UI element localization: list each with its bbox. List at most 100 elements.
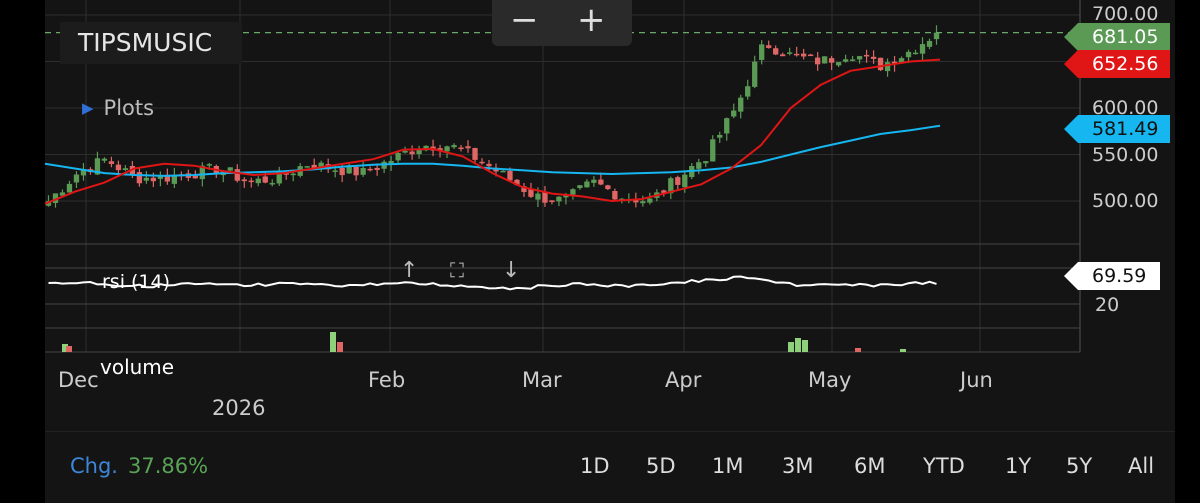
candle-body <box>528 189 534 197</box>
price-axis-550: 550.00 <box>1092 144 1159 166</box>
candle-body <box>703 161 709 164</box>
candle-body <box>227 167 233 171</box>
volume-bar <box>802 340 808 352</box>
candle-body <box>905 51 912 58</box>
candle-body <box>444 146 450 152</box>
change-readout: Chg. 37.86% <box>70 454 208 478</box>
candle-body <box>759 44 765 60</box>
candle-body <box>814 57 821 65</box>
candle-body <box>675 177 681 185</box>
candle-body <box>192 175 198 179</box>
candle-body <box>472 148 478 160</box>
price-chart[interactable] <box>0 0 1200 432</box>
candle-body <box>122 168 129 171</box>
candle-body <box>458 147 464 150</box>
candle-body <box>640 201 646 204</box>
candle-body <box>409 151 415 155</box>
candle-body <box>206 164 212 166</box>
month-mar: Mar <box>522 368 562 392</box>
ticker-symbol[interactable]: TIPSMUSIC <box>60 22 242 64</box>
candle-body <box>724 118 730 134</box>
candle-body <box>150 177 157 182</box>
range-1y[interactable]: 1Y <box>1005 454 1031 478</box>
candle-body <box>647 198 653 203</box>
candle-body <box>570 189 576 195</box>
candle-body <box>339 167 345 176</box>
maximize-icon[interactable]: ⛶ <box>450 258 464 282</box>
volume-bar <box>900 349 906 352</box>
volume-bar <box>337 342 343 352</box>
candle-body <box>262 176 268 183</box>
candle-body <box>766 45 772 48</box>
candle-body <box>863 54 870 57</box>
candle-body <box>821 56 828 64</box>
rsi-axis-20: 20 <box>1095 294 1120 316</box>
candle-body <box>926 40 933 47</box>
range-1m[interactable]: 1M <box>712 454 743 478</box>
volume-bar <box>855 348 861 352</box>
month-dec: Dec <box>58 368 99 392</box>
candle-body <box>66 183 73 193</box>
arrow-up-icon[interactable]: ↑ <box>400 258 418 283</box>
candle-body <box>248 180 254 183</box>
candle-body <box>507 170 513 181</box>
range-5d[interactable]: 5D <box>646 454 676 478</box>
candle-body <box>290 173 296 176</box>
candle-body <box>933 32 940 40</box>
month-apr: Apr <box>665 368 702 392</box>
change-value: 37.86% <box>127 454 209 478</box>
candle-body <box>115 164 122 171</box>
ma-long-tag: 581.49 <box>1063 115 1171 143</box>
triangle-right-icon: ▶ <box>82 99 94 117</box>
candle-body <box>234 169 240 181</box>
candle-body <box>849 59 856 61</box>
candle-body <box>696 162 702 169</box>
candle-body <box>807 54 814 57</box>
volume-bar <box>330 332 336 352</box>
candle-body <box>877 57 884 71</box>
candle-body <box>304 166 310 168</box>
volume-bars <box>62 332 906 352</box>
candle-body <box>710 139 716 162</box>
candle-body <box>870 56 877 59</box>
candle-body <box>717 134 723 138</box>
candle-body <box>367 168 373 171</box>
candle-body <box>682 174 688 188</box>
candle-body <box>912 52 919 55</box>
range-3m[interactable]: 3M <box>782 454 813 478</box>
candle-body <box>486 163 492 167</box>
month-jun: Jun <box>960 368 993 392</box>
ma-short-line <box>44 58 941 205</box>
candle-body <box>136 172 143 184</box>
candle-body <box>800 53 807 57</box>
range-6m[interactable]: 6M <box>854 454 885 478</box>
candle-body <box>835 62 842 66</box>
arrow-down-icon[interactable]: ↓ <box>502 258 520 283</box>
candle-body <box>556 196 562 202</box>
candle-body <box>577 185 583 189</box>
last-price-tag: 681.05 <box>1063 23 1171 51</box>
price-axis-700: 700.00 <box>1092 3 1159 25</box>
candle-body <box>752 61 758 87</box>
year-label: 2026 <box>212 396 266 420</box>
month-feb: Feb <box>368 368 406 392</box>
candle-body <box>451 145 457 148</box>
candle-body <box>108 161 115 164</box>
candle-body <box>612 191 618 200</box>
rsi-tag: 69.59 <box>1064 262 1160 290</box>
ma-long-line <box>44 124 941 177</box>
candle-body <box>255 178 261 184</box>
candle-body <box>500 170 506 173</box>
plots-toggle[interactable]: ▶ Plots <box>82 96 154 120</box>
zoom-in-button[interactable]: + <box>577 0 606 40</box>
zoom-out-button[interactable]: − <box>510 0 539 40</box>
range-5y[interactable]: 5Y <box>1066 454 1092 478</box>
candle-body <box>584 181 590 188</box>
range-ytd[interactable]: YTD <box>923 454 965 478</box>
candle-body <box>787 52 793 54</box>
rsi-line <box>48 275 937 291</box>
candle-body <box>402 150 408 153</box>
range-1d[interactable]: 1D <box>580 454 610 478</box>
range-all[interactable]: All <box>1128 454 1154 478</box>
candle-body <box>605 185 611 190</box>
